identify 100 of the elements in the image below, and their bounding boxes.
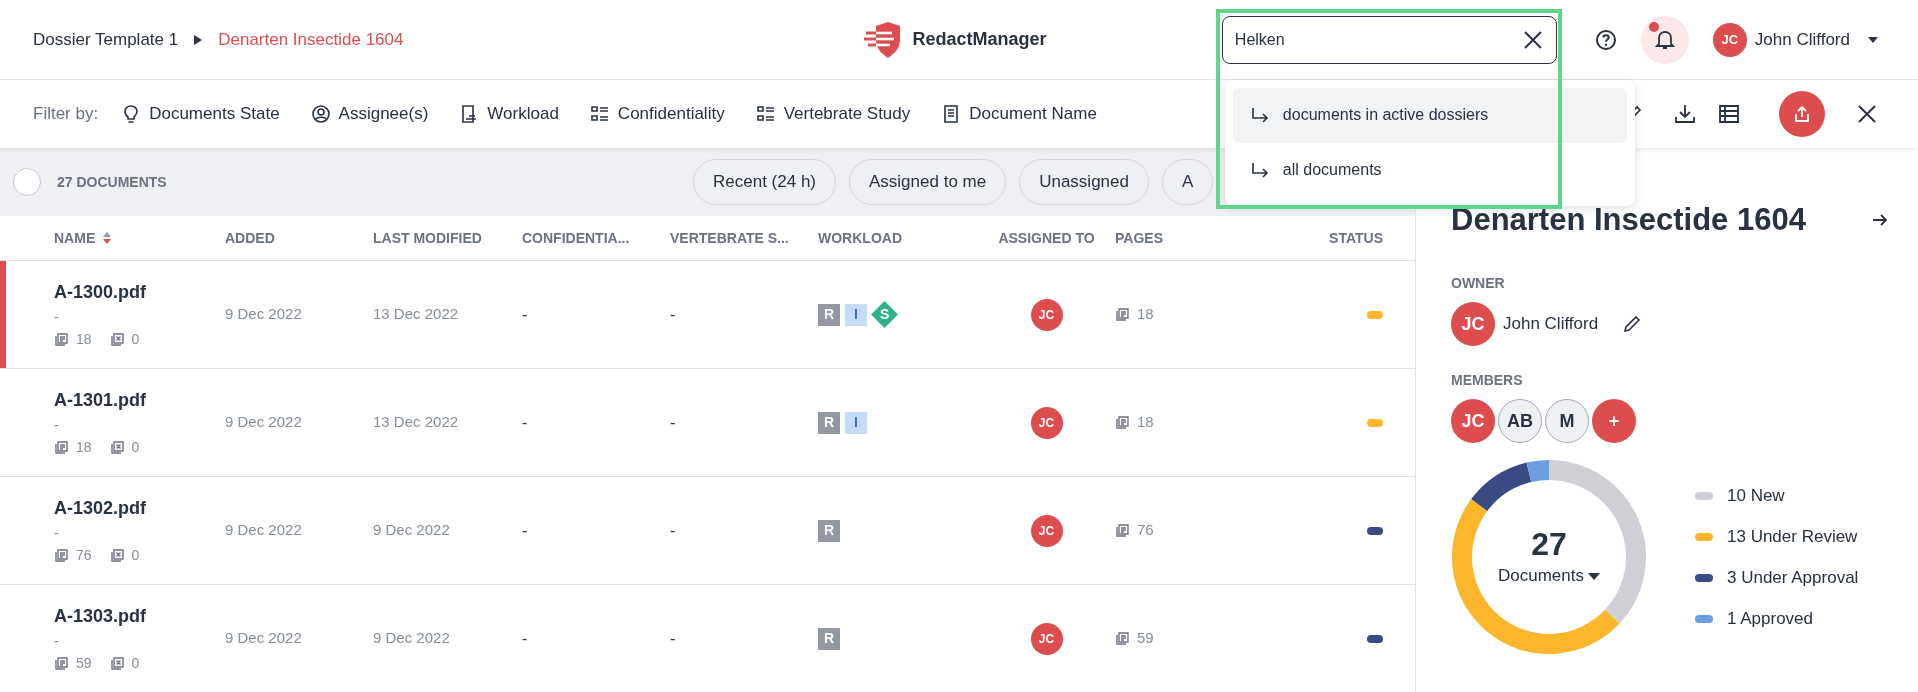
column-header[interactable]: ASSIGNED TO xyxy=(998,227,1095,249)
chart-label[interactable]: Documents xyxy=(1498,563,1584,589)
file-name[interactable]: A-1302.pdf xyxy=(54,495,225,523)
table-cell-text: 9 Dec 2022 xyxy=(373,628,451,649)
filter-chip[interactable]: Recent (24 h) xyxy=(693,159,836,205)
pages-icon xyxy=(1115,308,1129,321)
excluded-pages-icon xyxy=(109,656,124,670)
lightbulb-icon xyxy=(122,105,141,123)
document-icon xyxy=(460,105,479,123)
file-name[interactable]: A-1300.pdf xyxy=(54,279,225,307)
workload-badge: S xyxy=(871,301,898,328)
close-icon[interactable] xyxy=(1856,103,1878,125)
file-name[interactable]: A-1301.pdf xyxy=(54,387,225,415)
table-cell-text: - xyxy=(522,628,529,649)
clear-icon[interactable] xyxy=(1522,29,1543,50)
table-icon[interactable] xyxy=(1718,103,1740,125)
filter-chip[interactable]: Unassigned xyxy=(1019,159,1149,205)
breadcrumb-link[interactable]: Denarten Insectide 1604 xyxy=(218,26,404,53)
page-count: 76 xyxy=(76,545,92,565)
table-row[interactable]: A-1303.pdf - 59 0 9 Dec 2022 9 Dec 2022 - - R JC 59 xyxy=(0,585,1415,692)
table-cell-text: - xyxy=(670,304,677,325)
share-button[interactable] xyxy=(1779,91,1825,137)
excluded-count: 0 xyxy=(131,653,140,673)
pages-icon xyxy=(54,440,68,454)
filter-button[interactable]: Assignee(s) xyxy=(311,101,429,127)
return-arrow-icon xyxy=(1250,107,1269,123)
page-count: 18 xyxy=(76,437,92,457)
table-cell-text: 9 Dec 2022 xyxy=(225,304,303,325)
member-avatar: JC xyxy=(1451,399,1495,443)
pages-icon xyxy=(54,332,68,346)
filter-chip[interactable]: Assigned to me xyxy=(849,159,1007,205)
filter-button[interactable]: Document Name xyxy=(942,101,1097,127)
dossier-title: Denarten Insectide 1604 xyxy=(1451,200,1806,239)
table-cell-text: 9 Dec 2022 xyxy=(373,520,451,541)
suggestion-item[interactable]: documents in active dossiers xyxy=(1232,87,1627,143)
table-cell-text: - xyxy=(670,520,677,541)
member-avatar: M xyxy=(1545,399,1589,443)
assignee-avatar: JC xyxy=(1030,298,1063,331)
column-header[interactable]: PAGES xyxy=(1115,227,1163,249)
caret-icon[interactable] xyxy=(1588,572,1600,580)
page-count: 59 xyxy=(76,653,92,673)
member-avatar: AB xyxy=(1498,399,1542,443)
add-member-button[interactable]: + xyxy=(1592,399,1636,443)
filter-chip[interactable]: A xyxy=(1161,159,1214,205)
table-cell-text: - xyxy=(522,520,529,541)
user-name[interactable]: John Clifford xyxy=(1754,26,1850,53)
excluded-count: 0 xyxy=(131,545,140,565)
section-label: MEMBERS xyxy=(1451,371,1524,390)
person-icon xyxy=(311,105,330,123)
filter-button[interactable]: Confidentiality xyxy=(590,101,725,127)
page-count: 18 xyxy=(1137,412,1154,433)
list-icon xyxy=(590,105,609,123)
legend-label: 1 Approved xyxy=(1727,607,1813,630)
return-arrow-icon xyxy=(1250,162,1269,178)
filter-button[interactable]: Documents State xyxy=(122,101,280,127)
table-cell-text: - xyxy=(522,412,529,433)
column-header[interactable]: VERTEBRATE S... xyxy=(670,227,789,249)
excluded-count: 0 xyxy=(131,437,140,457)
file-subtitle: - xyxy=(54,415,60,436)
table-cell-text: 9 Dec 2022 xyxy=(225,520,303,541)
user-avatar[interactable]: JC xyxy=(1712,22,1747,57)
section-label: OWNER xyxy=(1451,274,1506,293)
table-cell-text: 13 Dec 2022 xyxy=(373,304,460,325)
pencil-icon[interactable] xyxy=(1622,314,1643,334)
pages-icon xyxy=(54,656,68,670)
document-icon xyxy=(942,105,961,123)
column-header[interactable]: WORKLOAD xyxy=(818,227,902,249)
page-count: 18 xyxy=(1137,304,1154,325)
assignee-avatar: JC xyxy=(1030,514,1063,547)
table-cell-text: - xyxy=(670,412,677,433)
breadcrumb-link[interactable]: Dossier Template 1 xyxy=(33,26,179,53)
file-name[interactable]: A-1303.pdf xyxy=(54,603,225,631)
column-header[interactable]: STATUS xyxy=(1329,227,1383,249)
table-cell-text: - xyxy=(670,628,677,649)
table-row[interactable]: A-1301.pdf - 18 0 9 Dec 2022 13 Dec 2022 - - R I JC 18 xyxy=(0,369,1415,477)
assignee-avatar: JC xyxy=(1030,406,1063,439)
search-field[interactable]: Helken xyxy=(1221,15,1557,64)
select-all-checkbox[interactable] xyxy=(13,168,41,196)
share-icon xyxy=(1792,104,1812,124)
column-header[interactable]: CONFIDENTIA... xyxy=(522,227,630,249)
excluded-count: 0 xyxy=(131,329,140,349)
pages-icon xyxy=(1115,632,1129,645)
download-icon[interactable] xyxy=(1674,103,1696,125)
filter-button[interactable]: Workload xyxy=(460,101,559,127)
arrow-right-icon[interactable] xyxy=(1872,213,1888,226)
suggestion-item[interactable]: all documents xyxy=(1232,142,1627,198)
table-row[interactable]: A-1300.pdf - 18 0 9 Dec 2022 13 Dec 2022 - - R I S JC 18 xyxy=(0,261,1415,369)
table-row[interactable]: A-1302.pdf - 76 0 9 Dec 2022 9 Dec 2022 - - R JC 76 xyxy=(0,477,1415,585)
pages-icon xyxy=(54,548,68,562)
owner-name: John Clifford xyxy=(1503,313,1599,336)
caret-icon[interactable] xyxy=(1868,36,1878,43)
legend-label: 13 Under Review xyxy=(1727,525,1858,548)
column-header[interactable]: ADDED xyxy=(225,227,275,249)
filter-button[interactable]: Vertebrate Study xyxy=(756,101,911,127)
column-header[interactable]: LAST MODIFIED xyxy=(373,227,482,249)
column-header[interactable]: NAME xyxy=(54,227,96,249)
table-cell-text: 13 Dec 2022 xyxy=(373,412,460,433)
page-count: 18 xyxy=(76,329,92,349)
help-icon[interactable] xyxy=(1594,28,1617,51)
list-icon xyxy=(756,105,775,123)
